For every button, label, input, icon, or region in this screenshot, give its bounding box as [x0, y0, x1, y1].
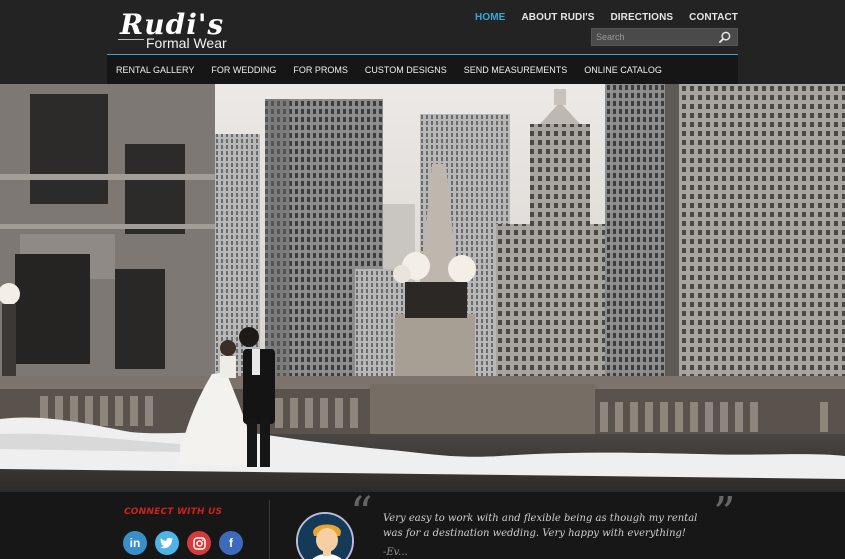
site-logo[interactable]: Rudi's Formal Wear [118, 8, 238, 52]
instagram-icon[interactable] [187, 531, 211, 555]
topnav-contact[interactable]: CONTACT [689, 12, 738, 24]
main-navigation: RENTAL GALLERY FOR WEDDING FOR PROMS CUS… [107, 54, 738, 84]
user-avatar-icon [298, 514, 352, 559]
mainnav-for-wedding[interactable]: FOR WEDDING [211, 65, 276, 75]
topnav-home[interactable]: HOME [475, 12, 505, 24]
mainnav-rental-gallery[interactable]: RENTAL GALLERY [116, 65, 194, 75]
instagram-glyph [192, 536, 206, 550]
mainnav-online-catalog[interactable]: ONLINE CATALOG [584, 65, 662, 75]
logo-underline [118, 39, 144, 40]
hero-photo [0, 84, 845, 492]
logo-subtitle: Formal Wear [146, 35, 227, 51]
topnav-directions[interactable]: DIRECTIONS [610, 12, 673, 24]
footer-divider [269, 500, 270, 559]
testimonial-author: -Ev... [383, 547, 408, 558]
testimonial-text: Very easy to work with and flexible bein… [383, 513, 698, 539]
connect-heading: CONNECT WITH US [124, 507, 223, 517]
quote-open-mark: “ [350, 488, 373, 539]
search-icon[interactable] [718, 31, 731, 44]
social-links: in f [123, 531, 243, 555]
avatar [296, 512, 354, 559]
search-input[interactable] [592, 29, 712, 45]
quote-close-mark: ” [713, 488, 736, 539]
topnav-about[interactable]: ABOUT RUDI'S [521, 12, 594, 24]
linkedin-icon[interactable]: in [123, 531, 147, 555]
search-box [591, 28, 738, 46]
top-navigation: HOME ABOUT RUDI'S DIRECTIONS CONTACT [459, 12, 738, 24]
mainnav-send-measurements[interactable]: SEND MEASUREMENTS [464, 65, 568, 75]
site-header: Rudi's Formal Wear HOME ABOUT RUDI'S DIR… [0, 0, 845, 84]
hero-illustration [0, 84, 845, 492]
twitter-bird-glyph [160, 537, 173, 549]
facebook-icon[interactable]: f [219, 531, 243, 555]
twitter-icon[interactable] [155, 531, 179, 555]
mainnav-for-proms[interactable]: FOR PROMS [293, 65, 348, 75]
mainnav-custom-designs[interactable]: CUSTOM DESIGNS [365, 65, 447, 75]
footer-strip: CONNECT WITH US in f “ Very easy to work… [0, 492, 845, 559]
